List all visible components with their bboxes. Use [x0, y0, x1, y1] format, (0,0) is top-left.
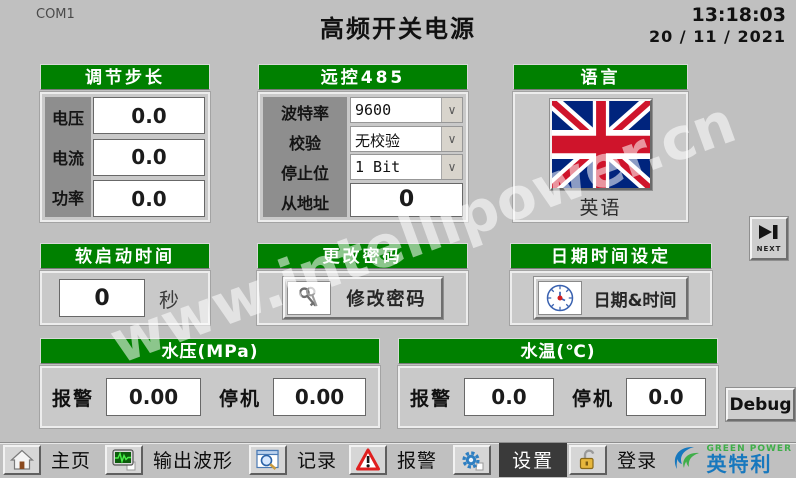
nav-record[interactable]: 记录	[249, 443, 343, 477]
stop-bit-select[interactable]: 1 Bit ∨	[350, 154, 463, 180]
parity-select[interactable]: 无校验 ∨	[350, 126, 463, 152]
water-temp-title: 水温(℃)	[398, 338, 718, 364]
waveform-icon	[105, 445, 143, 475]
nav-output-waveform[interactable]: 输出波形	[105, 443, 239, 477]
nav-settings[interactable]: 设置	[453, 443, 567, 477]
parity-value: 无校验	[351, 127, 441, 151]
slave-address-label: 从地址	[263, 190, 347, 214]
pressure-alarm-label: 报警	[52, 384, 94, 411]
pressure-stop-input[interactable]: 0.00	[273, 378, 366, 416]
water-temp-panel: 水温(℃) 报警 0.0 停机 0.0	[398, 338, 718, 428]
clock-icon	[538, 281, 582, 315]
voltage-step-input[interactable]: 0.0	[93, 97, 205, 134]
date-time-label: 日期&时间	[584, 279, 686, 317]
datetime-setting-title: 日期时间设定	[510, 243, 712, 269]
change-password-title: 更改密码	[257, 243, 468, 269]
keys-icon	[287, 281, 331, 315]
water-pressure-title: 水压(MPa)	[40, 338, 380, 364]
nav-home[interactable]: 主页	[3, 443, 97, 477]
nav-settings-label: 设置	[499, 443, 567, 477]
magnifier-icon	[249, 445, 287, 475]
temp-stop-label: 停机	[572, 384, 614, 411]
voltage-label: 电压	[45, 105, 91, 129]
padlock-icon	[569, 445, 607, 475]
nav-output-waveform-label: 输出波形	[153, 446, 233, 473]
pressure-stop-label: 停机	[219, 384, 261, 411]
pressure-alarm-input[interactable]: 0.00	[106, 378, 201, 416]
greenpower-logo: GREEN POWER 英特利	[669, 442, 792, 478]
chevron-down-icon: ∨	[441, 98, 462, 122]
chevron-down-icon: ∨	[441, 155, 462, 179]
date-time-button[interactable]: 日期&时间	[534, 277, 688, 319]
language-title: 语言	[513, 64, 688, 90]
soft-start-panel: 软启动时间 0 秒	[40, 243, 210, 325]
water-pressure-panel: 水压(MPa) 报警 0.00 停机 0.00	[40, 338, 380, 428]
gear-icon	[453, 445, 491, 475]
modify-password-label: 修改密码	[333, 279, 441, 317]
temp-alarm-label: 报警	[410, 384, 452, 411]
greenpower-logo-icon	[669, 442, 703, 478]
baud-rate-value: 9600	[351, 98, 441, 122]
temp-alarm-input[interactable]: 0.0	[464, 378, 554, 416]
brand-line2: 英特利	[706, 454, 792, 474]
seconds-unit-label: 秒	[159, 284, 179, 313]
temp-stop-input[interactable]: 0.0	[626, 378, 706, 416]
change-password-panel: 更改密码 修改密码	[257, 243, 468, 325]
remote-485-title: 远控485	[258, 64, 468, 90]
modify-password-button[interactable]: 修改密码	[283, 277, 443, 319]
remote-485-panel: 远控485 波特率 校验 停止位 从地址 9600 ∨ 无校验 ∨ 1 Bit …	[258, 64, 468, 222]
nav-alarm-label: 报警	[397, 446, 437, 473]
language-panel: 语言 英语	[513, 64, 688, 222]
stop-bit-value: 1 Bit	[351, 155, 441, 179]
current-label: 电流	[45, 145, 91, 169]
chevron-down-icon: ∨	[441, 127, 462, 151]
soft-start-time-input[interactable]: 0	[59, 279, 145, 317]
parity-label: 校验	[263, 130, 347, 154]
nav-home-label: 主页	[51, 446, 91, 473]
step-adjust-panel: 调节步长 电压 电流 功率 0.0 0.0 0.0	[40, 64, 210, 222]
next-button-label: NEXT	[757, 245, 782, 253]
current-step-input[interactable]: 0.0	[93, 139, 205, 176]
baud-rate-label: 波特率	[263, 100, 347, 124]
power-label: 功率	[45, 185, 91, 209]
skip-next-icon	[758, 224, 780, 244]
power-step-input[interactable]: 0.0	[93, 180, 205, 217]
date-display: 20 / 11 / 2021	[649, 27, 786, 46]
baud-rate-select[interactable]: 9600 ∨	[350, 97, 463, 123]
alarm-triangle-icon	[349, 445, 387, 475]
step-adjust-title: 调节步长	[40, 64, 210, 90]
soft-start-title: 软启动时间	[40, 243, 210, 269]
datetime-setting-panel: 日期时间设定 日期&时间	[510, 243, 712, 325]
clock-display: 13:18:03	[691, 4, 786, 26]
slave-address-input[interactable]: 0	[350, 183, 463, 217]
bottom-nav-toolbar: 主页 输出波形 记录	[0, 442, 796, 476]
nav-login[interactable]: 登录	[569, 443, 663, 477]
nav-login-label: 登录	[617, 446, 657, 473]
nav-record-label: 记录	[297, 446, 337, 473]
stop-bit-label: 停止位	[263, 160, 347, 184]
selected-language-label: 英语	[579, 193, 621, 220]
next-page-button[interactable]: NEXT	[750, 217, 788, 260]
home-icon	[3, 445, 41, 475]
uk-flag-icon[interactable]	[550, 99, 652, 190]
nav-alarm[interactable]: 报警	[349, 443, 443, 477]
debug-button[interactable]: Debug	[726, 388, 795, 421]
